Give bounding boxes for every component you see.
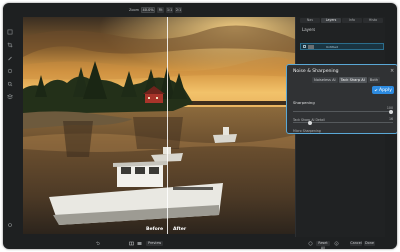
preview-button[interactable]: Preview	[146, 240, 164, 246]
view-tool-icon[interactable]	[7, 29, 13, 35]
zoom-controls: Zoom 40.0% Fit 1:1 2:1	[129, 7, 183, 13]
before-label: Before	[146, 227, 164, 232]
done-button[interactable]: Done	[364, 240, 375, 246]
bottom-bar: Preview Reset All Cancel Done	[3, 237, 397, 249]
before-after-divider[interactable]	[167, 17, 168, 234]
slider-micro-sharpening: Micro Sharpening 16	[293, 117, 393, 136]
mode-selector: Noiseless AI Tack Sharp AI Both	[312, 77, 381, 83]
compare-icon[interactable]	[137, 241, 142, 246]
apply-icon	[374, 88, 378, 92]
zoom-value-field[interactable]: 40.0%	[141, 7, 156, 13]
app-window: Zoom 40.0% Fit 1:1 2:1 Before After Nav …	[3, 3, 397, 249]
image-canvas[interactable]: Before After	[23, 17, 295, 234]
crop-icon[interactable]	[7, 42, 13, 48]
zoom-fit-button[interactable]: Fit	[157, 7, 165, 13]
top-bar: Zoom 40.0% Fit 1:1 2:1	[3, 3, 397, 17]
zoom-1to1-button[interactable]: 1:1	[166, 7, 174, 13]
hand-icon[interactable]	[7, 68, 13, 74]
slider-label: Micro Sharpening	[293, 129, 321, 133]
cancel-button[interactable]: Cancel	[350, 240, 362, 246]
zoom-tool-icon[interactable]	[7, 81, 13, 87]
mode-tack-sharp-ai-button[interactable]: Tack Sharp AI	[338, 77, 367, 83]
photo-preview	[23, 17, 295, 234]
layer-row-selected[interactable]: Untitled	[300, 43, 384, 50]
after-label: After	[173, 227, 187, 232]
dialog-title: Noise & Sharpening	[293, 69, 339, 74]
settings-icon[interactable]	[7, 222, 13, 228]
reset-all-button[interactable]: Reset All	[316, 240, 330, 249]
info-icon[interactable]	[334, 241, 339, 246]
mode-noiseless-ai-button[interactable]: Noiseless AI	[312, 77, 338, 83]
slider-track[interactable]	[293, 111, 393, 112]
apply-label: Apply	[379, 87, 392, 93]
layer-visibility-checkbox[interactable]	[303, 45, 306, 48]
layers-title: Layers	[302, 27, 316, 32]
slider-handle[interactable]	[389, 109, 393, 114]
layer-name: Untitled	[326, 44, 338, 49]
split-view-icon[interactable]	[129, 241, 134, 246]
zoom-label: Zoom	[129, 8, 140, 12]
tab-info[interactable]: Info	[342, 18, 362, 23]
apply-button[interactable]: Apply	[372, 86, 394, 94]
zoom-2to1-button[interactable]: 2:1	[175, 7, 183, 13]
layers-icon[interactable]	[7, 94, 13, 100]
sharpening-section-label: Sharpening	[293, 100, 315, 105]
brush-icon[interactable]	[7, 55, 13, 61]
undo-icon[interactable]	[95, 241, 100, 246]
layer-thumbnail	[308, 44, 314, 49]
slider-handle[interactable]	[308, 120, 313, 125]
mode-both-button[interactable]: Both	[367, 77, 381, 83]
tool-rail	[3, 17, 17, 237]
noise-sharpening-dialog: Noise & Sharpening × Noiseless AI Tack S…	[286, 64, 397, 134]
panel-tabs: Nav Layers Info Histo	[300, 18, 383, 23]
tab-histo[interactable]: Histo	[363, 18, 383, 23]
tab-nav[interactable]: Nav	[300, 18, 320, 23]
slider-value[interactable]: 16	[389, 117, 393, 121]
help-icon[interactable]	[308, 241, 313, 246]
tab-layers[interactable]: Layers	[321, 18, 341, 23]
close-icon[interactable]: ×	[390, 68, 394, 74]
